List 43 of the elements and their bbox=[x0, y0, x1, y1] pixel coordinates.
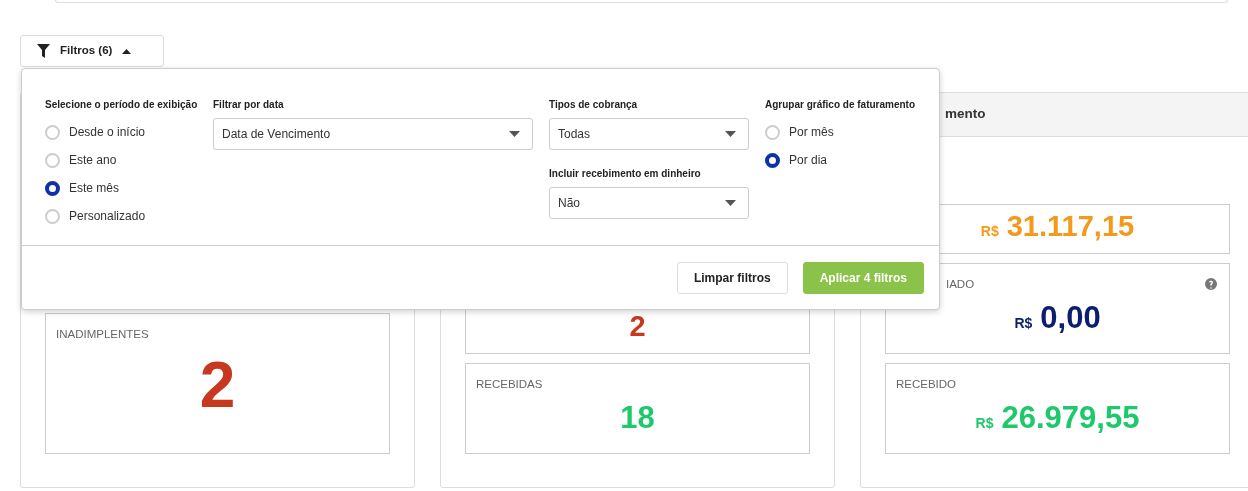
caret-down-icon bbox=[725, 131, 736, 137]
value-number: 18 bbox=[620, 399, 655, 438]
radio-label: Este ano bbox=[69, 152, 117, 169]
radio-option[interactable]: Personalizado bbox=[45, 202, 146, 230]
value-number: 2 bbox=[629, 309, 646, 344]
radio-option[interactable]: Por mês bbox=[765, 118, 834, 146]
value-number: 26.979,55 bbox=[1001, 399, 1140, 438]
radio-button[interactable] bbox=[45, 180, 60, 196]
radio-label: Este mês bbox=[69, 180, 119, 197]
radio-label: Desde o início bbox=[69, 124, 146, 141]
value-number: 0,00 bbox=[1040, 299, 1101, 338]
field-label: Tipos de cobrança bbox=[549, 98, 638, 111]
clear-filters-button[interactable]: Limpar filtros bbox=[676, 262, 788, 294]
currency-symbol: R$ bbox=[980, 222, 999, 241]
radio-button[interactable] bbox=[765, 152, 780, 168]
select-field[interactable]: Data de Vencimento bbox=[213, 118, 533, 150]
radio-label: Por mês bbox=[789, 124, 834, 141]
radio-label: Por dia bbox=[789, 152, 828, 169]
value-label: RECEBIDO bbox=[896, 377, 958, 392]
radio-label: Personalizado bbox=[69, 208, 146, 225]
field-label: Selecione o período de exibição bbox=[45, 98, 198, 111]
value-number: 2 bbox=[199, 353, 236, 418]
radio-option[interactable]: Este mês bbox=[45, 174, 119, 202]
value-number: 31.117,15 bbox=[1006, 209, 1135, 244]
field-label: Incluir recebimento em dinheiro bbox=[549, 167, 701, 180]
field-label: Agrupar gráfico de faturamento bbox=[765, 98, 916, 111]
select-field[interactable]: Não bbox=[549, 187, 749, 219]
caret-down-icon bbox=[725, 200, 736, 206]
select-value: Não bbox=[558, 195, 580, 212]
filter-icon bbox=[37, 44, 50, 58]
currency-symbol: R$ bbox=[1014, 314, 1033, 334]
value-label: RECEBIDAS bbox=[476, 377, 544, 392]
currency-symbol: R$ bbox=[975, 414, 994, 434]
radio-option[interactable]: Este ano bbox=[45, 146, 117, 174]
radio-option[interactable]: Por dia bbox=[765, 146, 828, 174]
select-value: Data de Vencimento bbox=[222, 126, 331, 143]
field-label: Filtrar por data bbox=[213, 98, 284, 111]
filter-button[interactable]: Filtros (6) bbox=[20, 35, 164, 67]
caret-down-icon bbox=[509, 131, 520, 137]
value-label: INADIMPLENTES bbox=[56, 327, 150, 342]
select-field[interactable]: Todas bbox=[549, 118, 749, 150]
radio-option[interactable]: Desde o início bbox=[45, 118, 146, 146]
select-value: Todas bbox=[558, 126, 591, 143]
